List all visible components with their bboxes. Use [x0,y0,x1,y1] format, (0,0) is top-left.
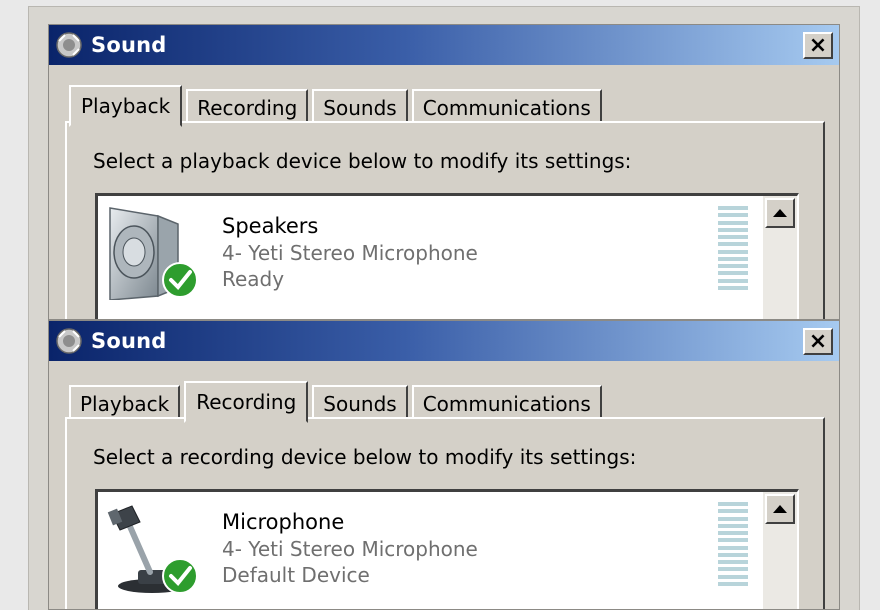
instruction-text: Select a playback device below to modify… [93,149,632,173]
sound-window-recording: Sound × Playback Recording Sounds Commun… [48,320,840,610]
tab-recording[interactable]: Recording [184,381,309,423]
vertical-scrollbar[interactable] [763,492,797,609]
tab-recording[interactable]: Recording [186,89,309,125]
device-status: Default Device [222,563,370,587]
instruction-text: Select a recording device below to modif… [93,445,637,469]
sound-app-icon [56,328,82,354]
level-meter [718,206,748,290]
device-subtitle: 4- Yeti Stereo Microphone [222,241,478,265]
device-subtitle: 4- Yeti Stereo Microphone [222,537,478,561]
tab-communications[interactable]: Communications [411,89,602,125]
vertical-scrollbar[interactable] [763,196,797,319]
device-name: Microphone [222,510,345,534]
tab-playback[interactable]: Playback [69,85,183,127]
close-button[interactable]: × [803,328,833,355]
tab-sounds[interactable]: Sounds [312,89,408,125]
tab-communications[interactable]: Communications [411,385,602,421]
device-list[interactable]: Speakers 4- Yeti Stereo Microphone Ready [95,193,799,319]
level-meter [718,502,748,586]
tab-strip: Playback Recording Sounds Communications [69,81,606,127]
sound-window-playback: Sound × Playback Recording Sounds Commun… [48,24,840,320]
device-item-speakers[interactable]: Speakers 4- Yeti Stereo Microphone Ready [98,196,758,306]
speaker-icon [109,207,198,300]
microphone-icon [107,505,198,594]
title-bar[interactable]: Sound × [49,321,839,361]
tab-panel: Select a recording device below to modif… [65,417,825,609]
window-title: Sound [91,33,167,57]
close-icon: × [808,328,828,354]
tab-panel: Select a playback device below to modify… [65,121,825,319]
device-item-microphone[interactable]: Microphone 4- Yeti Stereo Microphone Def… [98,492,758,602]
window-title: Sound [91,329,167,353]
device-status: Ready [222,267,285,291]
close-button[interactable]: × [803,32,833,59]
scroll-up-button[interactable] [765,494,795,524]
title-bar[interactable]: Sound × [49,25,839,65]
device-name: Speakers [222,214,319,238]
tab-playback[interactable]: Playback [69,385,181,421]
device-list[interactable]: Microphone 4- Yeti Stereo Microphone Def… [95,489,799,609]
tab-sounds[interactable]: Sounds [312,385,408,421]
sound-app-icon [56,32,82,58]
scroll-up-button[interactable] [765,198,795,228]
close-icon: × [808,32,828,58]
tab-strip: Playback Recording Sounds Communications [69,377,606,423]
